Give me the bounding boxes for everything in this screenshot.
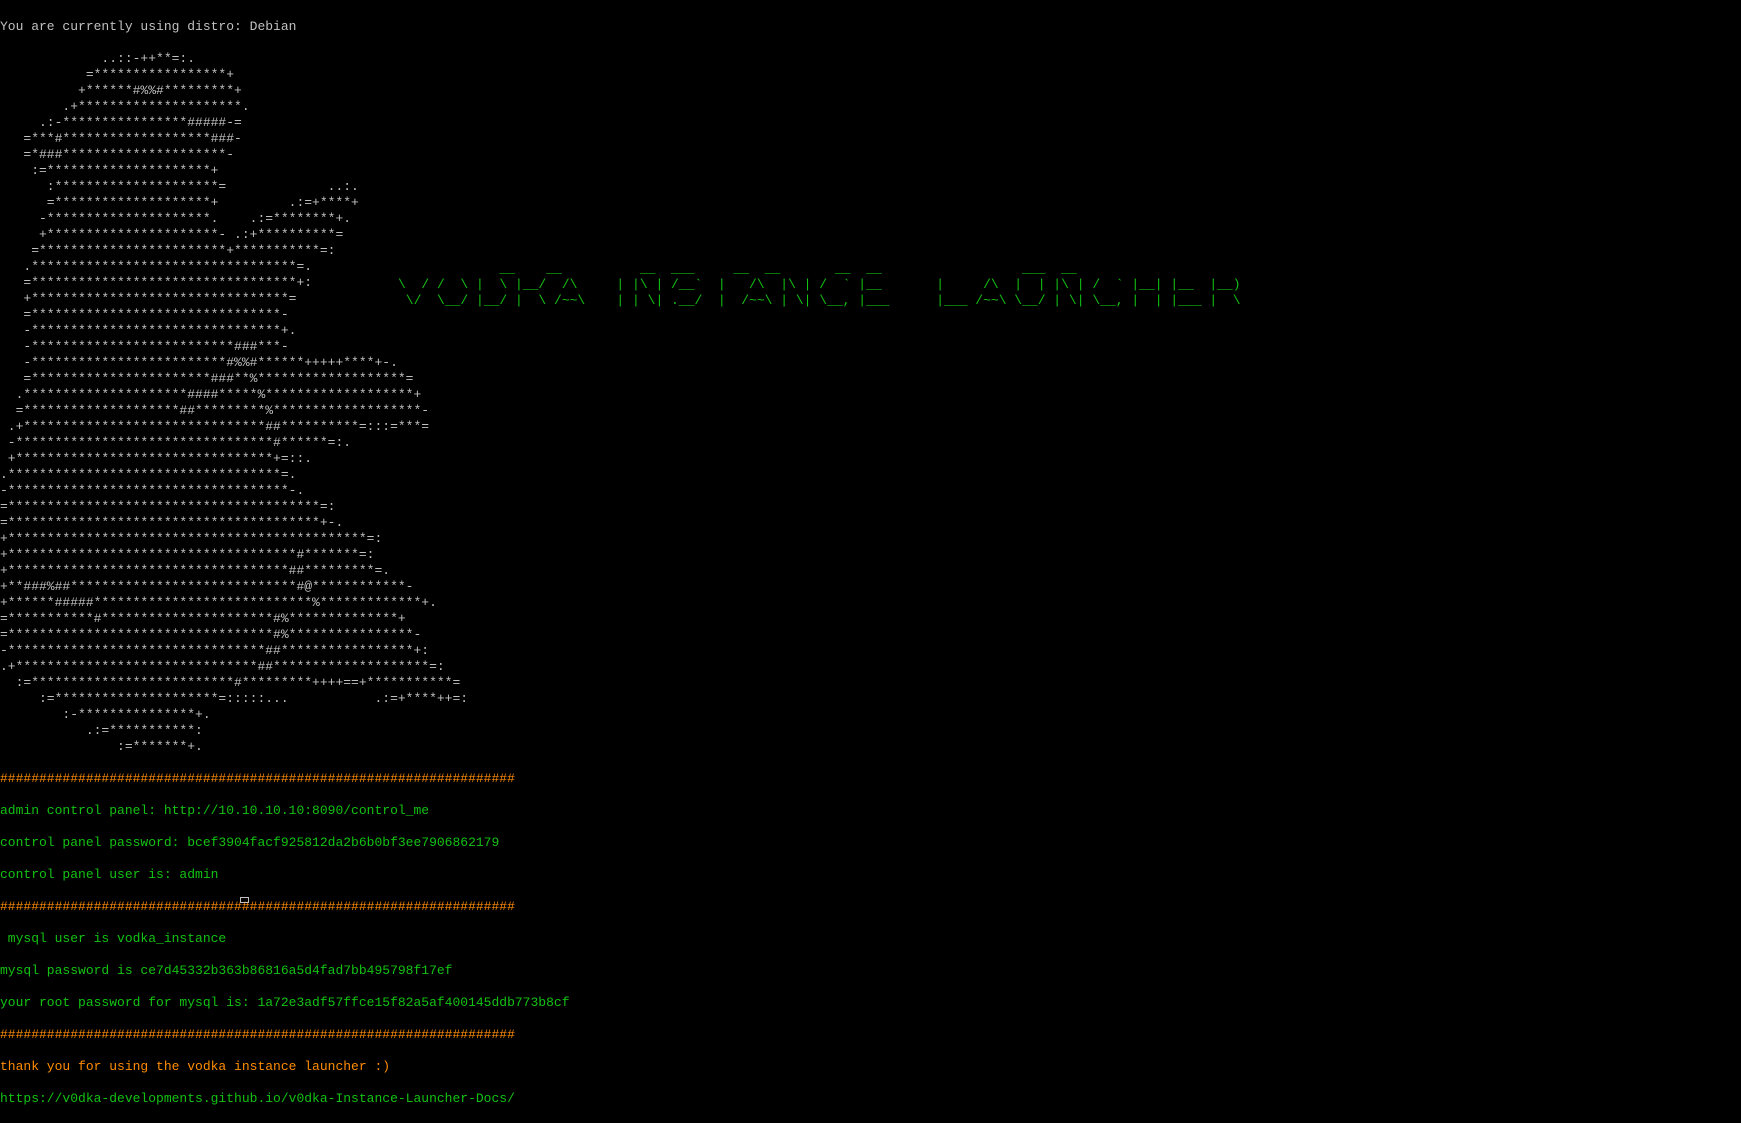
mysql-password-line: mysql password is ce7d45332b363b86816a5d… — [0, 963, 453, 978]
admin-panel-line: admin control panel: http://10.10.10.10:… — [0, 803, 430, 818]
mysql-root-line: your root password for mysql is: 1a72e3a… — [0, 995, 570, 1010]
terminal-cursor — [240, 897, 249, 903]
terminal-output: You are currently using distro: Debian .… — [0, 3, 570, 1123]
distro-line: You are currently using distro: Debian — [0, 19, 297, 34]
separator-line: ########################################… — [0, 1027, 515, 1042]
launcher-banner: __ __ __ ___ __ __ __ __ ___ __ \ / / \ … — [398, 261, 1241, 308]
thanks-line: thank you for using the vodka instance l… — [0, 1059, 391, 1074]
separator-line: ########################################… — [0, 771, 515, 786]
panel-password-line: control panel password: bcef3904facf9258… — [0, 835, 500, 850]
ascii-art: ..::-++**=:. =*****************+ +******… — [0, 51, 469, 754]
mysql-user-line: mysql user is vodka_instance — [0, 931, 227, 946]
separator-line: ########################################… — [0, 899, 515, 914]
docs-url-line: https://v0dka-developments.github.io/v0d… — [0, 1091, 515, 1106]
panel-user-line: control panel user is: admin — [0, 867, 219, 882]
